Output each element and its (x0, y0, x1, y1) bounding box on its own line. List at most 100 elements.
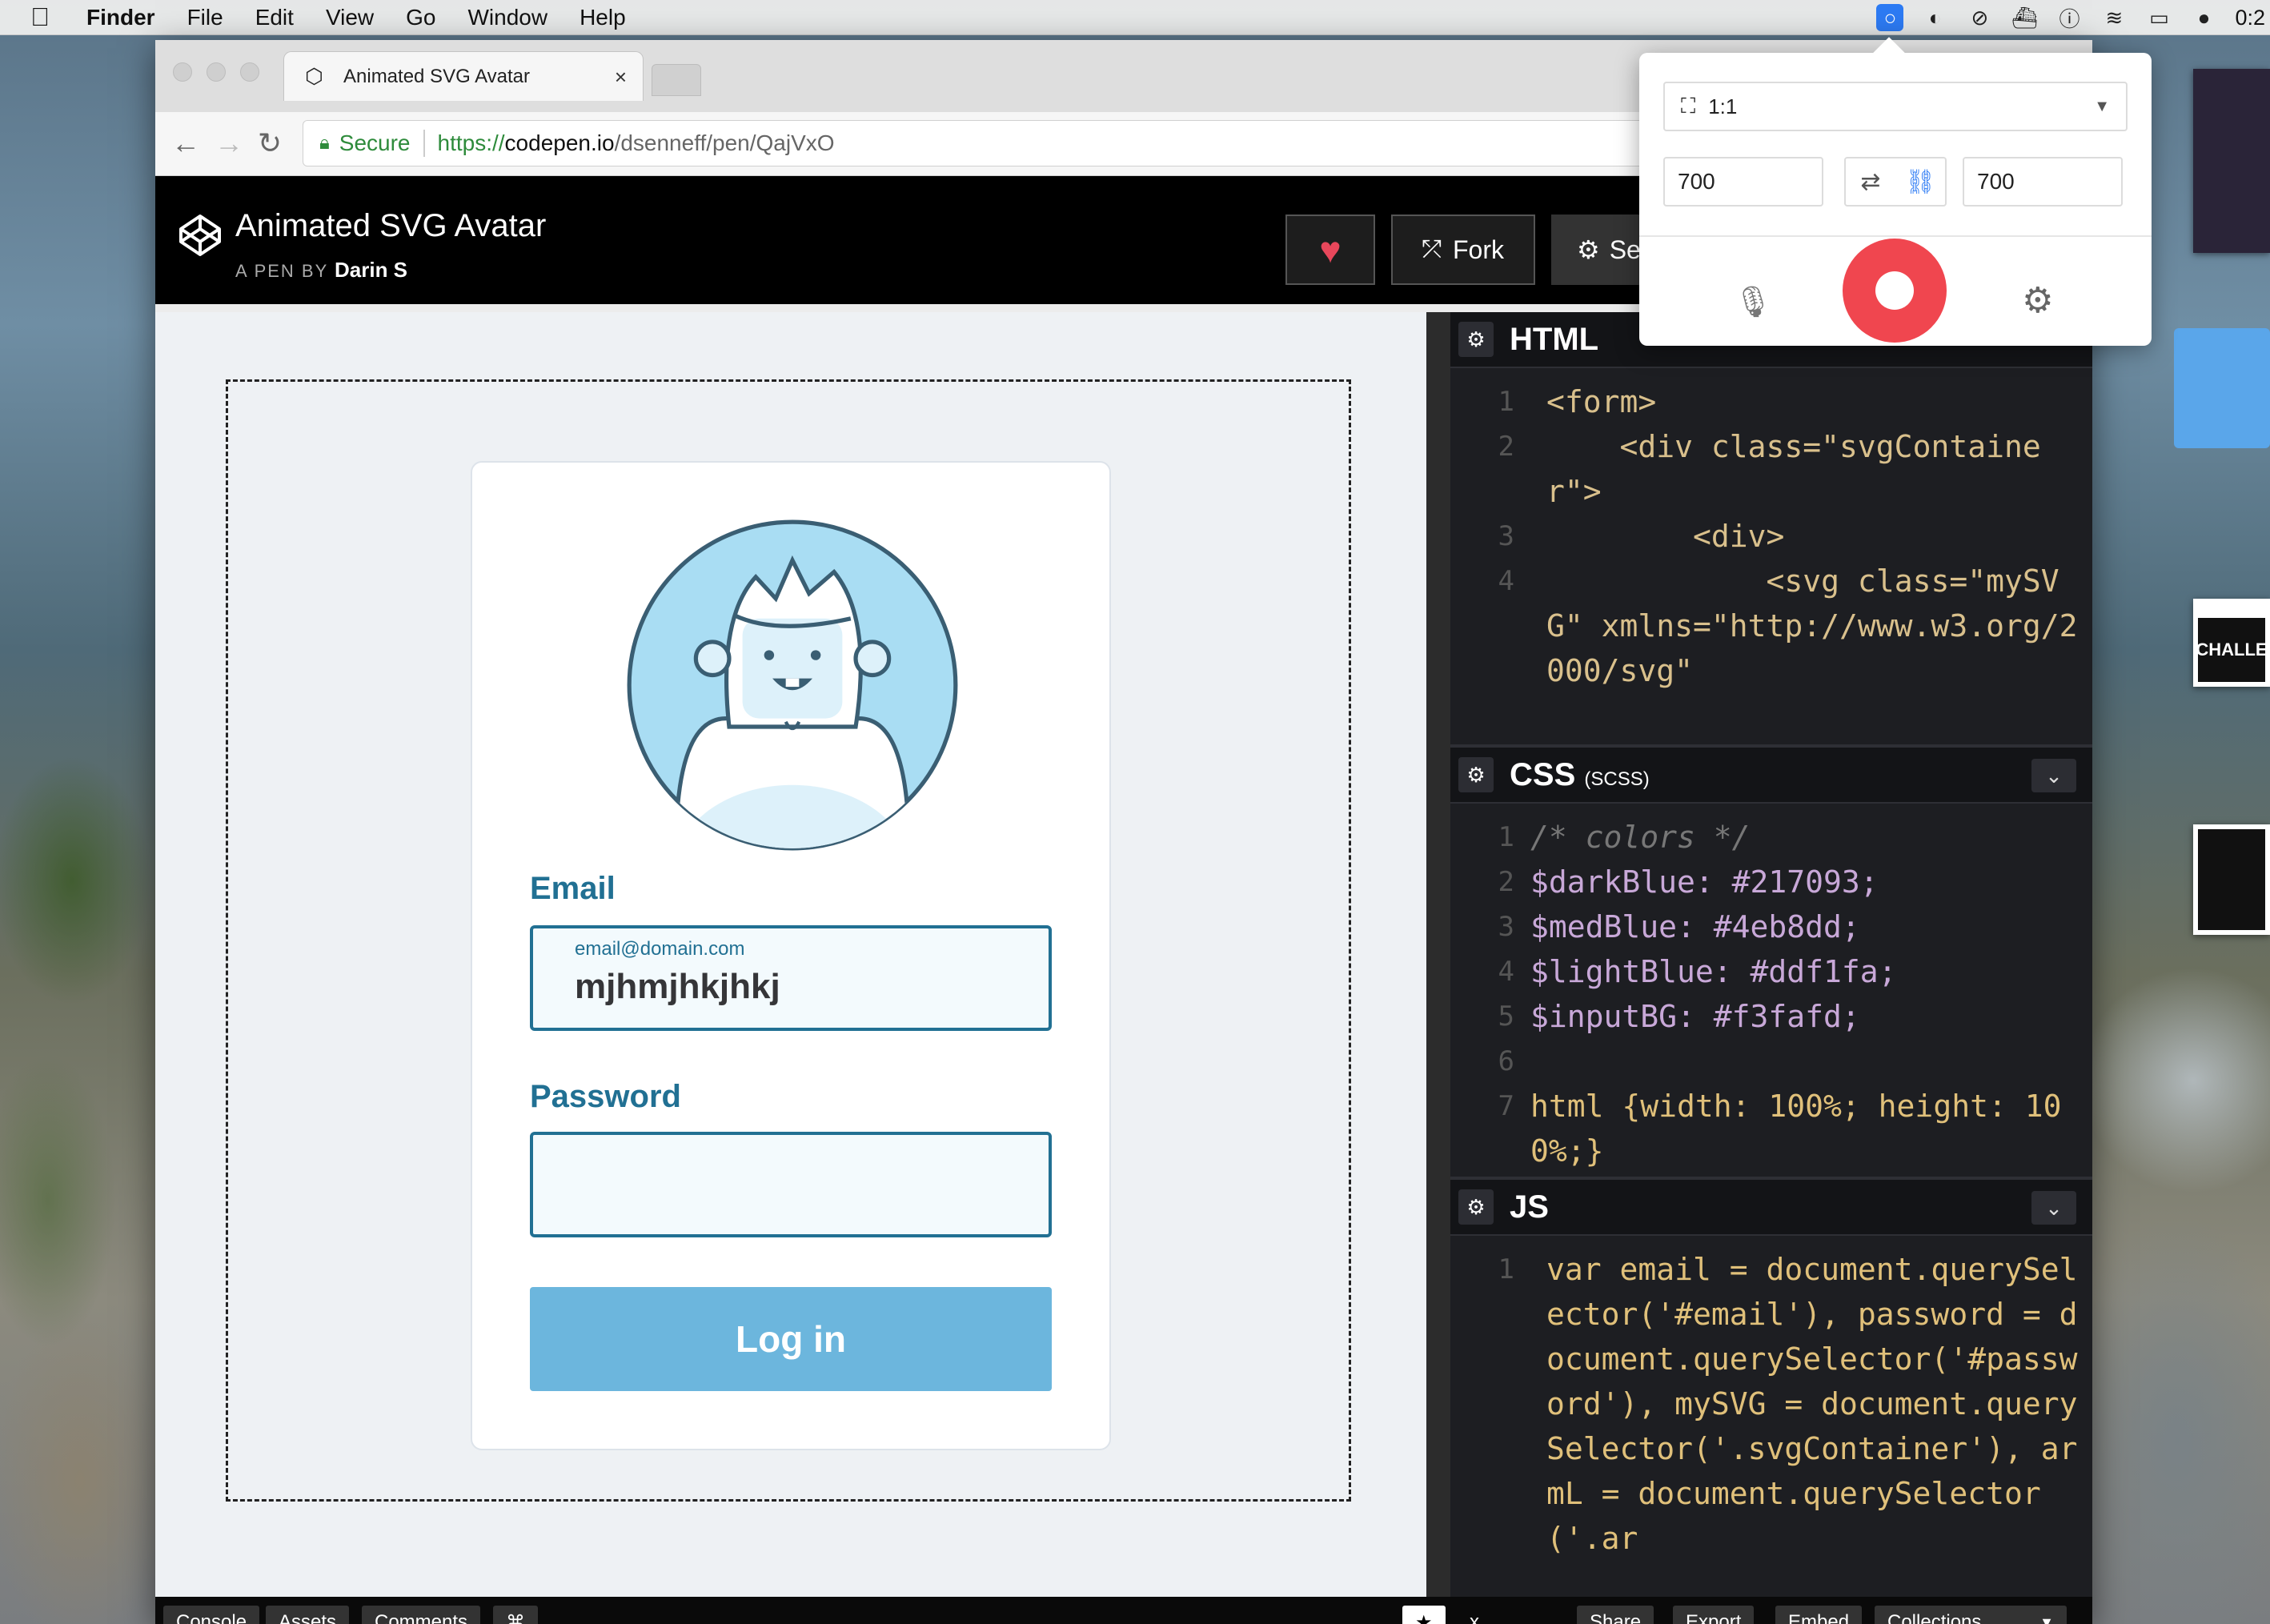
fork-button[interactable]: ⤱ Fork (1391, 215, 1535, 285)
code-line: var email = document.querySelector('#ema… (1546, 1252, 2078, 1556)
line-number: 3 (1498, 520, 1514, 552)
secure-label: Secure (339, 130, 411, 155)
js-collapse-chevron-icon[interactable]: ⌄ (2031, 1191, 2076, 1225)
tab-close-icon[interactable]: × (615, 65, 627, 90)
height-input[interactable]: 700 (1963, 157, 2123, 207)
fork-icon: ⤱ (1422, 236, 1442, 263)
moon-icon[interactable]: ◐ (1921, 4, 1948, 31)
forward-arrow-icon[interactable]: → (215, 126, 243, 160)
line-number: 2 (1498, 431, 1514, 463)
menu-window[interactable]: Window (467, 5, 547, 30)
menu-help[interactable]: Help (580, 5, 626, 30)
html-editor-pane: ⚙ HTML 1 <form> 2 <div class="svgContain… (1450, 312, 2092, 740)
sync-icon[interactable]: ⊘ (1966, 4, 1993, 31)
menubar-clock[interactable]: 0:2 (2235, 6, 2265, 30)
minimize-window-button[interactable] (207, 62, 226, 82)
browser-tab-active[interactable]: ⬡ Animated SVG Avatar × (283, 51, 644, 101)
close-window-button[interactable] (173, 62, 192, 82)
heart-icon: ♥ (1319, 229, 1342, 271)
aspect-ratio-select[interactable]: ⛶ 1:1 ▼ (1663, 82, 2128, 131)
code-line: <div> (1546, 519, 1785, 554)
email-thumb-preview (2198, 829, 2265, 930)
codepen-favicon-icon: ⬡ (305, 64, 323, 88)
gear-icon: ⚙ (1577, 235, 1600, 264)
comments-button[interactable]: Comments (362, 1606, 481, 1624)
line-number: 1 (1498, 821, 1514, 853)
html-settings-gear-icon[interactable]: ⚙ (1458, 322, 1494, 357)
code-line: <form> (1546, 384, 1657, 419)
codepen-logo-icon[interactable] (178, 213, 223, 258)
desktop-thumbnail-email[interactable] (2193, 824, 2270, 935)
menu-go[interactable]: Go (406, 5, 435, 30)
microphone-muted-icon[interactable]: 🎙︎ (1734, 285, 1772, 320)
css-settings-gear-icon[interactable]: ⚙ (1458, 757, 1494, 792)
css-collapse-chevron-icon[interactable]: ⌄ (2031, 759, 2076, 792)
url-separator (423, 130, 425, 157)
record-button[interactable] (1843, 239, 1947, 343)
menu-view[interactable]: View (326, 5, 374, 30)
editors-column: ⚙ HTML 1 <form> 2 <div class="svgContain… (1450, 312, 2092, 1602)
login-form-card: Email email@domain.com mjhmjhkjhkj Passw… (471, 461, 1111, 1450)
pen-title: Animated SVG Avatar (235, 208, 547, 243)
desktop-thumbnail-top[interactable] (2193, 69, 2270, 253)
desktop-folder[interactable] (2174, 328, 2270, 448)
pane-resizer[interactable] (1426, 312, 1454, 1602)
embed-button[interactable]: Embed (1775, 1606, 1863, 1624)
apple-icon[interactable]:  (30, 2, 62, 32)
window-controls (173, 62, 274, 82)
console-button[interactable]: Console (163, 1606, 260, 1624)
user-avatar-icon[interactable]: ● (2190, 4, 2217, 31)
battery-icon[interactable]: ▭ (2145, 4, 2172, 31)
back-arrow-icon[interactable]: ← (171, 126, 200, 160)
pen-author-link[interactable]: Darin S (335, 258, 407, 282)
assets-button[interactable]: Assets (266, 1606, 350, 1624)
css-editor-pane: ⚙ CSS (SCSS) ⌄ 1 /* colors */ 2 $darkBlu… (1450, 744, 2092, 1172)
new-tab-button[interactable] (652, 64, 701, 96)
code-line: $darkBlue: #217093; (1530, 864, 1879, 900)
line-number: 7 (1498, 1090, 1514, 1122)
password-input[interactable] (530, 1132, 1052, 1237)
preview-pane: Email email@domain.com mjhmjhkjhkj Passw… (155, 312, 1426, 1602)
url-host: codepen.io (504, 130, 615, 155)
export-button[interactable]: Export (1673, 1606, 1755, 1624)
line-number: 1 (1498, 1253, 1514, 1285)
email-input[interactable]: email@domain.com mjhmjhkjhkj (530, 925, 1052, 1031)
menu-app-finder[interactable]: Finder (86, 5, 155, 30)
menu-file[interactable]: File (187, 5, 223, 30)
menubar:  Finder File Edit View Go Window Help ○… (0, 0, 2270, 35)
desktop-thumbnail-challenge[interactable]: CHALLE (2193, 599, 2270, 687)
star-button[interactable]: ★ (1402, 1606, 1446, 1624)
reload-icon[interactable]: ↻ (258, 126, 282, 160)
keyboard-shortcuts-button[interactable]: ⌘ (493, 1606, 538, 1624)
link-aspect-icon[interactable]: ⛓ (1895, 158, 1945, 205)
close-x-button[interactable]: x (1457, 1606, 1492, 1624)
info-icon[interactable]: ⓘ (2055, 4, 2083, 31)
code-line: /* colors */ (1530, 820, 1751, 855)
collections-dropdown[interactable]: Collections ▼ (1875, 1606, 2067, 1624)
status-area: ○ ◐ ⊘ ⛴ ⓘ ≋ ▭ ● 0:2 (1876, 0, 2270, 35)
chevron-down-icon: ▼ (2094, 98, 2110, 115)
collections-label: Collections (1887, 1611, 1982, 1624)
js-pane-header: ⚙ JS ⌄ (1450, 1180, 2092, 1236)
popup-divider (1639, 235, 2152, 237)
swap-dimensions-icon[interactable]: ⇄ (1846, 158, 1895, 205)
fullscreen-icon: ⛶ (1681, 94, 1696, 118)
settings-label: Se (1609, 235, 1641, 264)
code-line: $medBlue: #4eb8dd; (1530, 909, 1860, 944)
width-input[interactable]: 700 (1663, 157, 1823, 207)
line-number: 6 (1498, 1045, 1514, 1077)
js-settings-gear-icon[interactable]: ⚙ (1458, 1189, 1494, 1225)
password-label: Password (530, 1079, 681, 1114)
love-button[interactable]: ♥ (1285, 215, 1375, 285)
lock-icon: 🔒︎ (319, 132, 330, 154)
wifi-icon[interactable]: ≋ (2100, 4, 2128, 31)
docker-icon[interactable]: ⛴ (2011, 4, 2038, 31)
by-label: A PEN BY (235, 261, 328, 281)
screen-recorder-icon[interactable]: ○ (1876, 4, 1904, 31)
share-button[interactable]: Share (1577, 1606, 1654, 1624)
menu-edit[interactable]: Edit (255, 5, 294, 30)
zoom-window-button[interactable] (240, 62, 259, 82)
recorder-settings-gear-icon[interactable]: ⚙ (2022, 280, 2053, 321)
login-button[interactable]: Log in (530, 1287, 1052, 1391)
html-pane-title: HTML (1510, 321, 1599, 357)
